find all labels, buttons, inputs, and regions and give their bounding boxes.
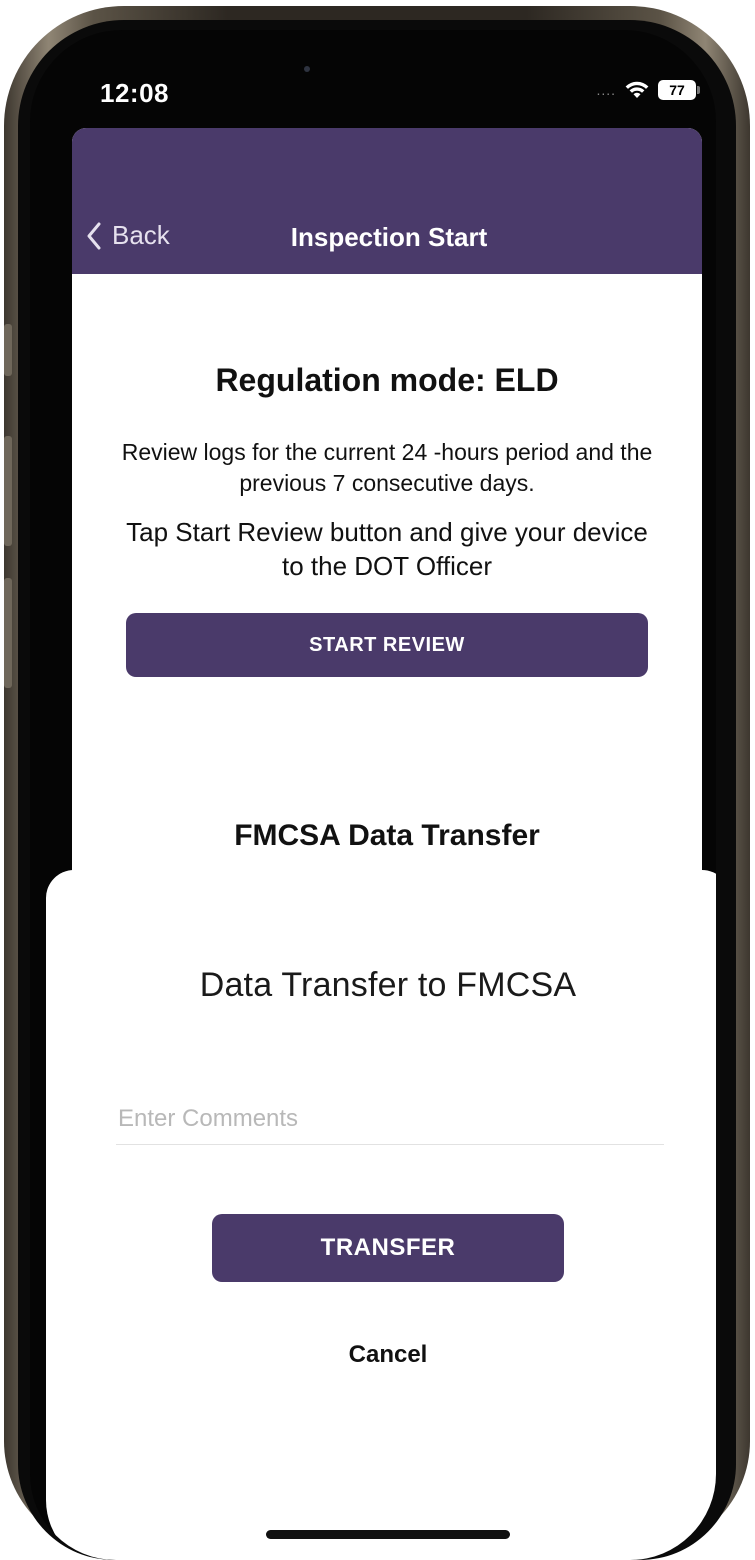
regulation-mode-heading: Regulation mode: ELD: [215, 362, 559, 398]
inspection-content: Regulation mode: ELD Review logs for the…: [72, 362, 702, 853]
inspection-start-screen: Back Inspection Start Regulation mode: E…: [72, 128, 702, 888]
start-review-button[interactable]: START REVIEW: [126, 613, 648, 677]
home-indicator[interactable]: [266, 1530, 510, 1539]
front-camera: [304, 66, 310, 72]
status-indicators: .... 77: [596, 80, 700, 100]
nav-bar: Back Inspection Start: [72, 128, 702, 274]
transfer-button[interactable]: TRANSFER: [212, 1214, 564, 1282]
signal-icon: ....: [596, 82, 616, 98]
page-title: Inspection Start: [290, 222, 488, 252]
tap-instruction: Tap Start Review button and give your de…: [126, 517, 648, 581]
battery-icon: 77: [658, 80, 700, 100]
fmcsa-data-transfer-heading: FMCSA Data Transfer: [234, 819, 540, 852]
side-button-volume-down: [4, 578, 12, 688]
status-time: 12:08: [100, 78, 169, 108]
cancel-button[interactable]: Cancel: [46, 1340, 716, 1370]
device-screen: 12:08 .... 77 Back Inspection Start Regu…: [30, 30, 716, 1560]
side-button-volume-up: [4, 436, 12, 546]
comments-input[interactable]: [116, 1094, 664, 1145]
side-button-action: [4, 324, 12, 376]
wifi-icon: [624, 80, 650, 100]
data-transfer-sheet: Data Transfer to FMCSA TRANSFER Cancel: [46, 870, 716, 1560]
review-description: Review logs for the current 24 -hours pe…: [121, 439, 653, 496]
sheet-title: Data Transfer to FMCSA: [199, 966, 577, 1004]
